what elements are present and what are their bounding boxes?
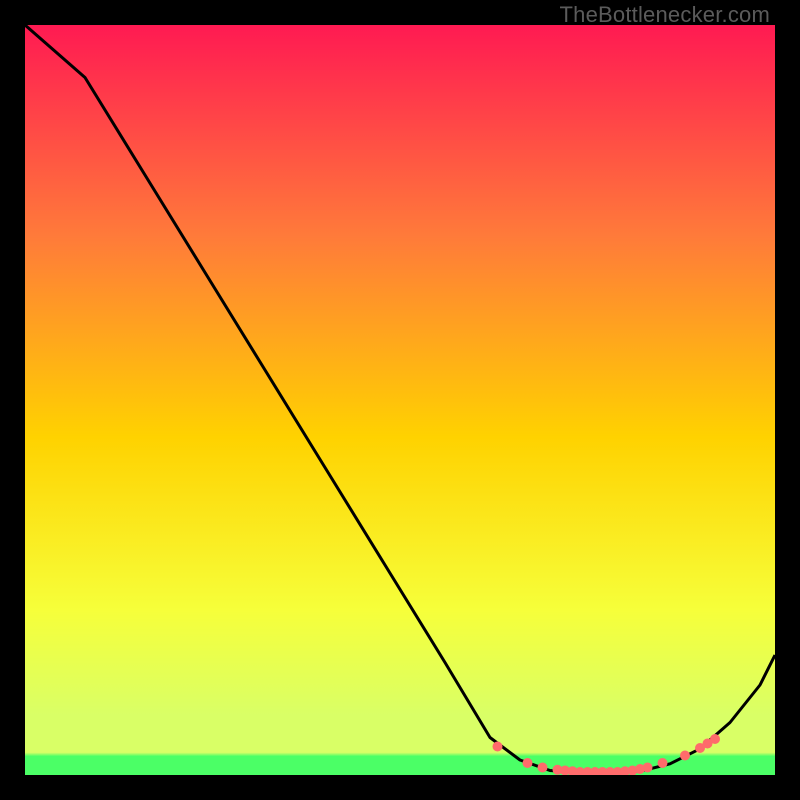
background-gradient [25,25,775,775]
chart-frame [25,25,775,775]
gradient-rect [25,25,775,775]
